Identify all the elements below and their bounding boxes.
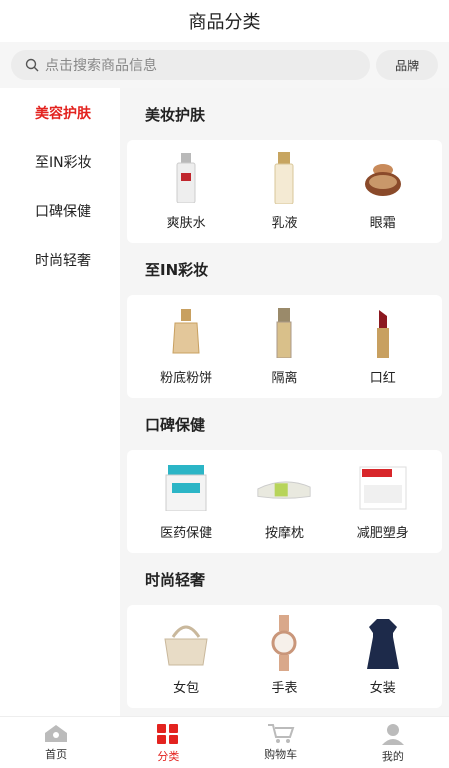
product-label: 隔离 — [271, 371, 298, 386]
product-label: 减肥塑身 — [356, 526, 409, 541]
product-medical-health[interactable]: 医药保健 — [141, 462, 231, 541]
main-area: 美容护肤 至IN彩妆 口碑保健 时尚轻奢 美妆护肤 爽肤水 乳液 眼霜 至IN彩… — [0, 88, 449, 716]
section-title: 至IN彩妆 — [145, 260, 209, 279]
product-massage-pillow[interactable]: 按摩枕 — [239, 462, 329, 541]
tab-cart[interactable]: 购物车 — [225, 717, 337, 768]
product-label: 口红 — [369, 371, 396, 386]
section-title: 美妆护肤 — [145, 105, 206, 124]
page-header: 商品分类 — [0, 0, 449, 42]
search-input[interactable]: 点击搜索商品信息 — [11, 50, 371, 80]
profile-icon — [381, 724, 404, 745]
fat-blaster-image — [355, 462, 411, 514]
tab-label: 首页 — [45, 748, 68, 761]
dress-image — [355, 617, 411, 669]
primer-image — [256, 307, 312, 359]
product-foundation[interactable]: 粉底粉饼 — [141, 307, 231, 386]
search-icon — [25, 58, 39, 72]
product-label: 手表 — [271, 681, 298, 696]
sidebar-item-beauty-skincare[interactable]: 美容护肤 — [0, 88, 120, 137]
product-label: 眼霜 — [369, 216, 396, 231]
product-primer[interactable]: 隔离 — [239, 307, 329, 386]
product-womens-clothing[interactable]: 女装 — [338, 617, 428, 696]
tab-label: 我的 — [381, 750, 404, 763]
product-card: 医药保健 按摩枕 减肥塑身 — [127, 450, 442, 553]
lipstick-image — [355, 307, 411, 359]
product-label: 女包 — [173, 681, 200, 696]
supplement-jar-image — [158, 462, 214, 514]
search-row: 点击搜索商品信息 品牌 — [0, 42, 449, 88]
product-handbag[interactable]: 女包 — [141, 617, 231, 696]
section-title: 时尚轻奢 — [145, 570, 206, 589]
product-eye-cream[interactable]: 眼霜 — [338, 152, 428, 231]
product-label: 粉底粉饼 — [160, 371, 213, 386]
product-toner[interactable]: 爽肤水 — [141, 152, 231, 231]
sidebar-item-luxury[interactable]: 时尚轻奢 — [0, 235, 120, 284]
product-card: 女包 手表 女装 — [127, 605, 442, 708]
page-title: 商品分类 — [188, 12, 261, 33]
eye-cream-image — [355, 152, 411, 204]
section-title: 口碑保健 — [145, 415, 206, 434]
handbag-image — [158, 617, 214, 669]
sidebar-item-makeup[interactable]: 至IN彩妆 — [0, 137, 120, 186]
tab-home[interactable]: 首页 — [0, 717, 112, 768]
cart-icon — [267, 724, 295, 743]
lotion-image — [256, 152, 312, 204]
pillow-image — [256, 462, 312, 514]
category-sidebar: 美容护肤 至IN彩妆 口碑保健 时尚轻奢 — [0, 88, 120, 716]
home-icon — [45, 725, 68, 742]
tab-label: 购物车 — [264, 748, 298, 761]
category-icon — [157, 724, 179, 744]
product-watch[interactable]: 手表 — [239, 615, 329, 696]
sidebar-item-health[interactable]: 口碑保健 — [0, 186, 120, 235]
product-lotion[interactable]: 乳液 — [239, 152, 329, 231]
foundation-image — [158, 307, 214, 359]
brand-button[interactable]: 品牌 — [376, 50, 438, 80]
tab-category[interactable]: 分类 — [112, 717, 224, 768]
toner-image — [158, 152, 214, 204]
tab-profile[interactable]: 我的 — [337, 717, 449, 768]
product-label: 爽肤水 — [166, 216, 206, 231]
product-card: 爽肤水 乳液 眼霜 — [127, 140, 442, 243]
product-weight-loss[interactable]: 减肥塑身 — [338, 462, 428, 541]
product-label: 乳液 — [271, 216, 298, 231]
bottom-tab-bar: 首页 分类 购物车 我的 — [0, 716, 449, 768]
tab-label: 分类 — [157, 750, 180, 763]
product-label: 医药保健 — [160, 526, 213, 541]
product-card: 粉底粉饼 隔离 口红 — [127, 295, 442, 398]
product-lipstick[interactable]: 口红 — [338, 307, 428, 386]
watch-image — [256, 615, 312, 671]
search-placeholder: 点击搜索商品信息 — [45, 58, 157, 74]
category-content: 美妆护肤 爽肤水 乳液 眼霜 至IN彩妆 粉底粉饼 隔离 口红 口碑保健 医药保… — [120, 88, 449, 716]
product-label: 按摩枕 — [264, 526, 304, 541]
product-label: 女装 — [369, 681, 396, 696]
